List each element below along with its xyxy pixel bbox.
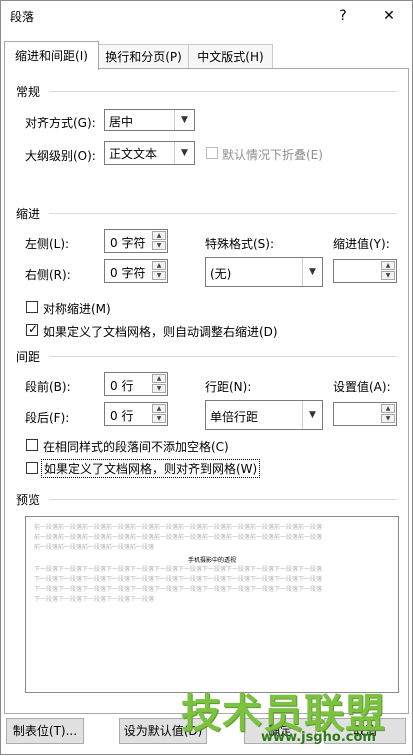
spin-up-icon[interactable]: ▲ xyxy=(152,261,166,270)
tab-strip: 缩进和间距(I) 换行和分页(P) 中文版式(H) xyxy=(1,41,412,70)
space-before-value: 0 行 xyxy=(110,379,134,393)
indentation-section-title: 缩进 xyxy=(16,207,41,221)
space-after-spinner[interactable]: 0 行 ▲ ▼ xyxy=(104,402,168,426)
right-indent-spinner[interactable]: 0 字符 ▲ ▼ xyxy=(104,259,168,283)
tab-label: 缩进和间距(I) xyxy=(15,49,88,63)
spacing-section-title: 间距 xyxy=(16,350,41,364)
preview-prev-line: 前一段落前一段落前一段落前一段落前一段落 xyxy=(34,544,155,551)
snap-to-grid-label: 如果定义了文档网格，则对齐到网格(W) xyxy=(41,459,261,478)
preview-next-line: 下一段落下一段落下一段落下一段落下一段落 xyxy=(34,596,155,603)
space-before-spinner[interactable]: 0 行 ▲ ▼ xyxy=(104,372,168,396)
left-indent-label: 左侧(L): xyxy=(25,237,70,251)
snap-to-grid-checkbox[interactable] xyxy=(26,462,38,474)
spin-down-icon[interactable]: ▼ xyxy=(152,414,166,423)
collapse-by-default-label: 默认情况下折叠(E) xyxy=(222,148,323,162)
no-space-same-style-label: 在相同样式的段落间不添加空格(C) xyxy=(43,440,229,454)
spin-up-icon[interactable]: ▲ xyxy=(152,231,166,240)
alignment-value: 居中 xyxy=(109,115,134,129)
special-indent-value: (无) xyxy=(210,267,232,281)
alignment-select[interactable]: 居中 ▼ xyxy=(104,109,195,131)
mirror-indents-label: 对称缩进(M) xyxy=(43,302,111,316)
indent-by-label: 缩进值(Y): xyxy=(333,237,390,251)
left-indent-spinner[interactable]: 0 字符 ▲ ▼ xyxy=(104,229,168,253)
right-indent-label: 右侧(R): xyxy=(25,268,71,282)
preview-section-title: 预览 xyxy=(16,493,41,507)
paragraph-dialog: 段落 ? ✕ 缩进和间距(I) 换行和分页(P) 中文版式(H) 常规 对齐方式… xyxy=(0,0,413,755)
spin-up-icon[interactable]: ▲ xyxy=(152,404,166,413)
spinner-buttons: ▲ ▼ xyxy=(152,404,166,424)
preview-pane: 前一段落前一段落前一段落前一段落前一段落前一段落前一段落前一段落前一段落前一段落… xyxy=(25,516,399,693)
chevron-down-icon[interactable]: ▼ xyxy=(174,110,194,130)
indent-by-spinner[interactable]: ▲ ▼ xyxy=(333,259,397,283)
space-before-label: 段前(B): xyxy=(25,380,71,394)
alignment-label: 对齐方式(G): xyxy=(25,116,96,130)
mirror-indents-checkbox[interactable] xyxy=(26,301,38,313)
tab-label: 换行和分页(P) xyxy=(105,50,182,64)
auto-adjust-right-indent-label: 如果定义了文档网格，则自动调整右缩进(D) xyxy=(43,325,278,339)
spinner-buttons: ▲ ▼ xyxy=(152,374,166,394)
spin-down-icon[interactable]: ▼ xyxy=(152,241,166,250)
tab-line-page-breaks[interactable]: 换行和分页(P) xyxy=(98,44,189,69)
left-indent-value: 0 字符 xyxy=(110,236,146,250)
spin-up-icon[interactable]: ▲ xyxy=(152,374,166,383)
chevron-down-icon[interactable]: ▼ xyxy=(174,142,194,164)
line-spacing-label: 行距(N): xyxy=(205,380,252,394)
spacing-divider xyxy=(49,356,397,357)
tab-asian-typography[interactable]: 中文版式(H) xyxy=(188,44,273,69)
spin-down-icon[interactable]: ▼ xyxy=(152,271,166,280)
preview-next-line: 下一段落下一段落下一段落下一段落下一段落下一段落下一段落下一段落下一段落下一段落… xyxy=(34,566,323,573)
general-section-title: 常规 xyxy=(16,85,41,99)
spinner-buttons: ▲ ▼ xyxy=(152,261,166,281)
right-indent-value: 0 字符 xyxy=(110,266,146,280)
collapse-by-default-checkbox[interactable] xyxy=(206,147,218,159)
check-icon: ✓ xyxy=(28,322,39,336)
outline-level-value: 正文文本 xyxy=(109,147,158,161)
outline-level-label: 大纲级别(O): xyxy=(25,149,96,163)
tabs-button[interactable]: 制表位(T)... xyxy=(6,718,84,744)
spin-up-icon[interactable]: ▲ xyxy=(381,404,395,413)
at-value-spinner[interactable]: ▲ ▼ xyxy=(333,402,397,426)
preview-next-line: 下一段落下一段落下一段落下一段落下一段落下一段落下一段落下一段落下一段落下一段落… xyxy=(34,576,323,583)
preview-next-line: 下一段落下一段落下一段落下一段落下一段落下一段落下一段落下一段落下一段落下一段落… xyxy=(34,586,323,593)
outline-level-select[interactable]: 正文文本 ▼ xyxy=(104,141,195,165)
preview-prev-line: 前一段落前一段落前一段落前一段落前一段落前一段落前一段落前一段落前一段落前一段落… xyxy=(34,524,323,531)
tab-label: 中文版式(H) xyxy=(197,50,264,64)
spinner-buttons: ▲ ▼ xyxy=(381,261,395,281)
special-indent-select[interactable]: (无) ▼ xyxy=(205,257,323,287)
spin-down-icon[interactable]: ▼ xyxy=(381,271,395,280)
space-after-label: 段后(F): xyxy=(25,411,70,425)
space-after-value: 0 行 xyxy=(110,409,134,423)
spin-down-icon[interactable]: ▼ xyxy=(381,414,395,423)
chevron-down-icon[interactable]: ▼ xyxy=(302,258,322,286)
title-bar: 段落 ? ✕ xyxy=(1,1,412,31)
auto-adjust-right-indent-checkbox[interactable]: ✓ xyxy=(26,322,39,336)
spin-up-icon[interactable]: ▲ xyxy=(381,261,395,270)
line-spacing-value: 单倍行距 xyxy=(210,410,259,424)
watermark: 技术员联盟 www.jsgho.com xyxy=(169,681,409,756)
preview-divider xyxy=(49,499,397,500)
indentation-divider xyxy=(49,213,397,214)
preview-current-paragraph: 手机摄影中的透视 xyxy=(187,557,236,564)
close-button[interactable]: ✕ xyxy=(377,5,401,27)
at-value-label: 设置值(A): xyxy=(333,380,391,394)
chevron-down-icon[interactable]: ▼ xyxy=(302,401,322,429)
watermark-url: www.jsgho.com xyxy=(261,730,376,745)
spinner-buttons: ▲ ▼ xyxy=(381,404,395,424)
help-button[interactable]: ? xyxy=(331,5,355,27)
general-divider xyxy=(49,91,397,92)
line-spacing-select[interactable]: 单倍行距 ▼ xyxy=(205,400,323,430)
no-space-same-style-checkbox[interactable] xyxy=(26,439,38,451)
dialog-title: 段落 xyxy=(10,10,35,24)
tab-indents-spacing[interactable]: 缩进和间距(I) xyxy=(4,41,99,70)
spinner-buttons: ▲ ▼ xyxy=(152,231,166,251)
special-indent-label: 特殊格式(S): xyxy=(205,237,275,251)
preview-prev-line: 前一段落前一段落前一段落前一段落前一段落前一段落前一段落前一段落前一段落前一段落… xyxy=(34,534,323,541)
spin-down-icon[interactable]: ▼ xyxy=(152,384,166,393)
